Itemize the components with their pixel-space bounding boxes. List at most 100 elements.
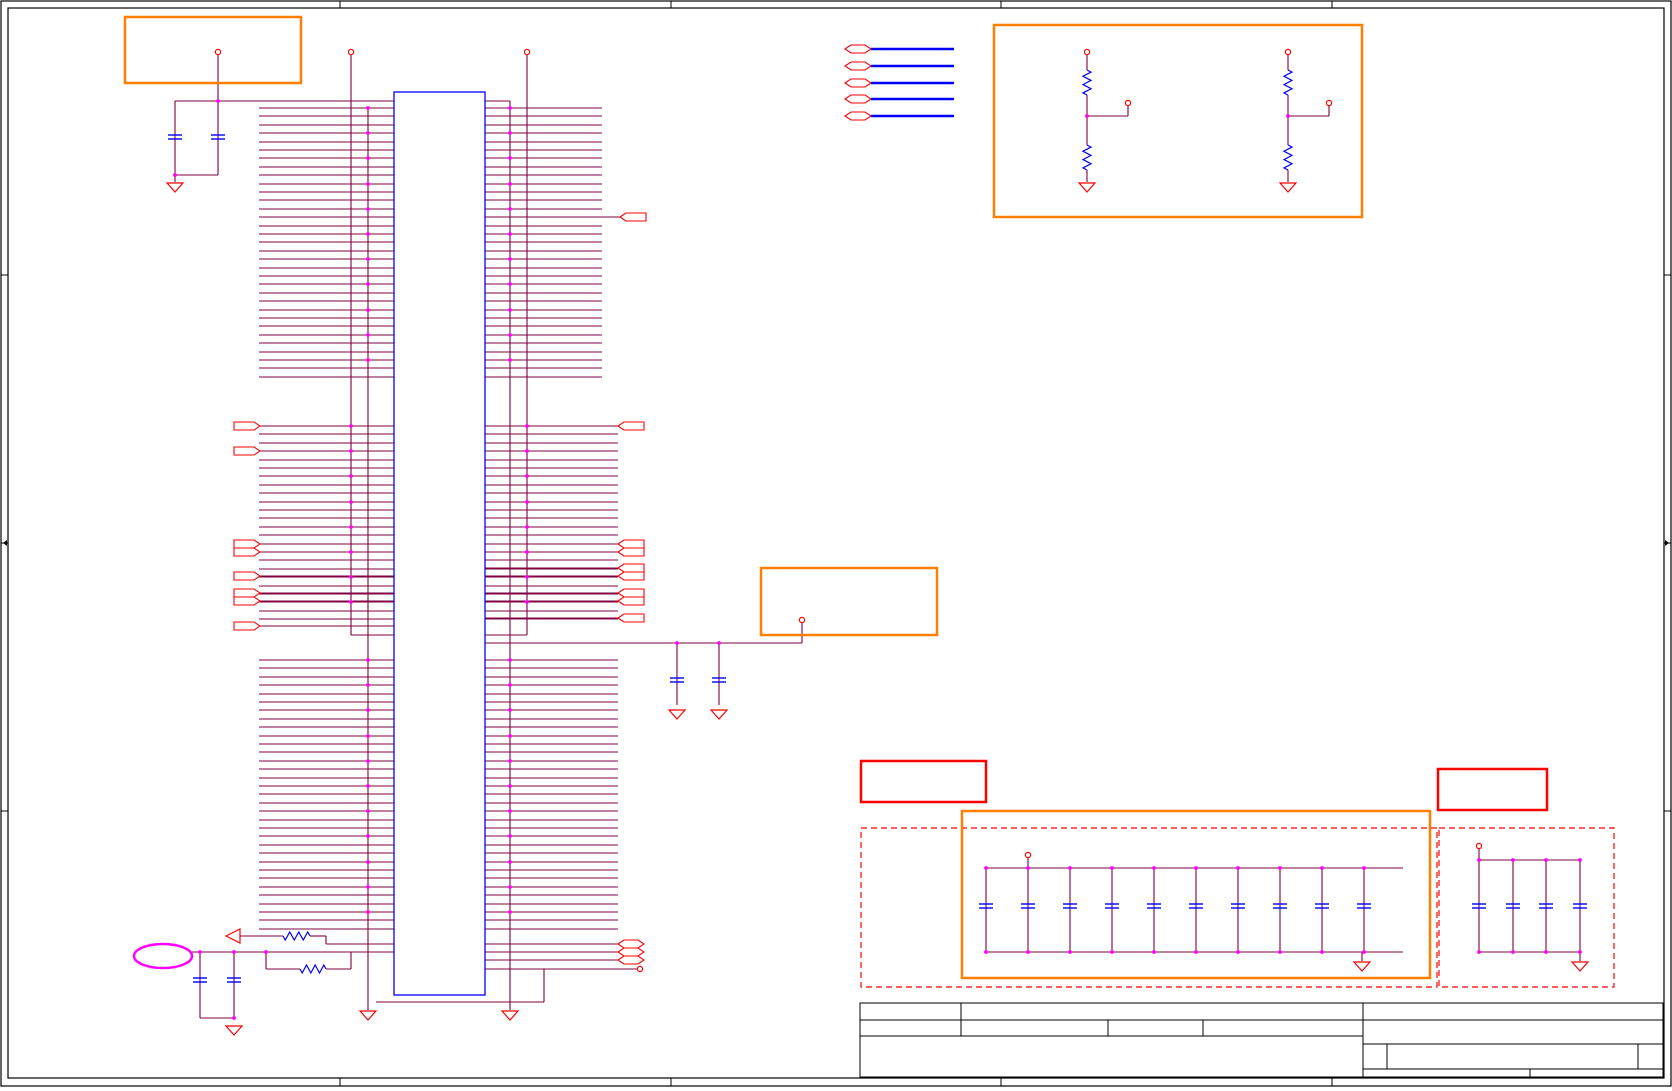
junction-dot — [1278, 866, 1282, 870]
junction-dot — [508, 308, 512, 312]
offpage-port-icon[interactable] — [233, 596, 261, 606]
schematic-canvas — [0, 0, 1672, 1087]
bidirectional-port-icon[interactable] — [844, 44, 872, 54]
offpage-port-icon[interactable] — [617, 571, 645, 581]
junction-dot — [1578, 858, 1582, 862]
note-box-pullup-resistors — [992, 23, 1364, 219]
junction-dot — [1477, 858, 1481, 862]
power-port-icon[interactable] — [1325, 99, 1333, 107]
alert-box-left — [859, 759, 988, 804]
junction-dot — [1236, 950, 1240, 954]
junction-dot — [1278, 950, 1282, 954]
junction-dot — [232, 950, 236, 954]
resistor-horizontal[interactable] — [282, 930, 311, 942]
offpage-port-icon[interactable] — [617, 596, 645, 606]
junction-dot — [349, 600, 353, 604]
junction-dot — [1085, 114, 1089, 118]
bidirectional-port-icon[interactable] — [844, 111, 872, 121]
junction-dot — [1286, 114, 1290, 118]
power-port-icon[interactable] — [1124, 99, 1132, 107]
junction-dot — [508, 257, 512, 261]
resistor-vertical[interactable] — [1081, 69, 1093, 96]
power-port-icon[interactable] — [636, 965, 644, 973]
bidirectional-port-icon[interactable] — [844, 94, 872, 104]
junction-dot — [366, 207, 370, 211]
offpage-port-icon[interactable] — [233, 446, 261, 456]
resistor-vertical[interactable] — [1282, 144, 1294, 171]
offpage-port-icon[interactable] — [233, 547, 261, 557]
junction-dot — [1152, 950, 1156, 954]
ground-symbol-icon — [358, 1010, 378, 1021]
resistor-vertical[interactable] — [1282, 69, 1294, 96]
junction-dot — [173, 173, 177, 177]
junction-dot — [508, 784, 512, 788]
power-port-icon[interactable] — [1083, 48, 1091, 56]
offpage-port-icon[interactable] — [619, 212, 647, 222]
junction-dot — [508, 358, 512, 362]
resistor-vertical[interactable] — [1081, 144, 1093, 171]
note-box-top-left — [123, 15, 303, 85]
power-port-icon[interactable] — [1284, 48, 1292, 56]
offpage-port-icon[interactable] — [233, 571, 261, 581]
power-port-icon[interactable] — [214, 48, 222, 56]
junction-dot — [984, 950, 988, 954]
power-port-icon[interactable] — [523, 48, 531, 56]
offpage-port-icon[interactable] — [617, 547, 645, 557]
bidirectional-port-icon[interactable] — [617, 955, 645, 965]
bidirectional-port-icon[interactable] — [617, 939, 645, 949]
junction-dot — [1026, 866, 1030, 870]
junction-dot — [1362, 950, 1366, 954]
junction-dot — [232, 1016, 236, 1020]
junction-dot — [349, 575, 353, 579]
junction-dot — [1511, 858, 1515, 862]
junction-dot — [366, 708, 370, 712]
resistor-horizontal[interactable] — [299, 963, 327, 975]
bidirectional-port-icon[interactable] — [844, 78, 872, 88]
power-port-icon[interactable] — [347, 48, 355, 56]
junction-dot — [1068, 866, 1072, 870]
junction-dot — [508, 809, 512, 813]
junction-dot — [508, 207, 512, 211]
offpage-port-icon[interactable] — [233, 588, 261, 598]
ground-symbol-icon — [500, 1010, 520, 1021]
junction-dot — [366, 658, 370, 662]
offpage-port-icon[interactable] — [617, 563, 645, 573]
junction-dot — [508, 106, 512, 110]
junction-dot — [508, 131, 512, 135]
bidirectional-port-icon[interactable] — [844, 61, 872, 71]
ground-symbol-icon — [1077, 182, 1097, 193]
junction-dot — [1110, 866, 1114, 870]
power-port-icon[interactable] — [798, 616, 806, 624]
ground-symbol-icon — [1352, 961, 1372, 972]
junction-dot — [349, 449, 353, 453]
junction-dot — [1511, 950, 1515, 954]
junction-dot — [349, 424, 353, 428]
junction-dot — [264, 950, 268, 954]
offpage-port-icon[interactable] — [617, 613, 645, 623]
junction-dot — [525, 424, 529, 428]
junction-dot — [508, 658, 512, 662]
junction-dot — [1320, 866, 1324, 870]
offpage-port-icon[interactable] — [233, 539, 261, 549]
offpage-port-icon[interactable] — [233, 421, 261, 431]
offpage-port-icon[interactable] — [233, 621, 261, 631]
junction-dot — [366, 885, 370, 889]
main-ic-body[interactable] — [393, 91, 486, 996]
power-port-icon[interactable] — [1024, 851, 1032, 859]
junction-dot — [508, 834, 512, 838]
junction-dot — [366, 910, 370, 914]
junction-dot — [366, 333, 370, 337]
ground-symbol-icon — [224, 1025, 244, 1036]
junction-dot — [1477, 950, 1481, 954]
junction-dot — [508, 156, 512, 160]
power-port-icon[interactable] — [1475, 842, 1483, 850]
offpage-port-icon[interactable] — [617, 539, 645, 549]
junction-dot — [1362, 866, 1366, 870]
offpage-port-icon[interactable] — [617, 421, 645, 431]
junction-dot — [366, 809, 370, 813]
ground-symbol-icon — [165, 182, 185, 193]
ground-symbol-icon — [1278, 182, 1298, 193]
bidirectional-port-icon[interactable] — [617, 947, 645, 957]
offpage-port-icon[interactable] — [617, 588, 645, 598]
junction-dot — [675, 641, 679, 645]
